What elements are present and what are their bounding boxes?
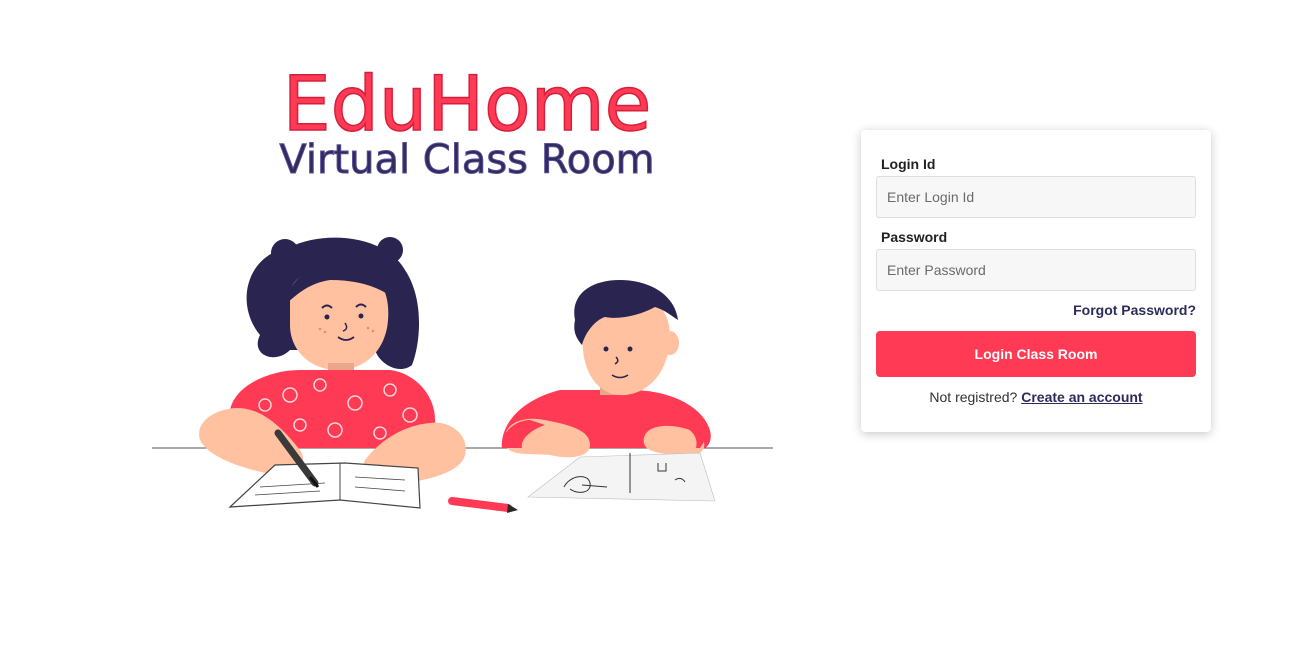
forgot-password-link[interactable]: Forgot Password? (1073, 302, 1196, 318)
create-account-link[interactable]: Create an account (1021, 389, 1142, 405)
boy-figure (501, 280, 711, 458)
password-label: Password (881, 229, 948, 245)
login-button[interactable]: Login Class Room (876, 331, 1196, 377)
login-id-input[interactable] (876, 176, 1196, 218)
brand-header: EduHome Virtual Class Room (262, 59, 672, 183)
login-card: Login Id Password Forgot Password? Login… (861, 130, 1211, 432)
login-id-label: Login Id (881, 156, 936, 172)
red-crayon (448, 497, 518, 513)
register-prompt: Not registred? Create an account (861, 389, 1211, 405)
kids-studying-illustration (152, 237, 773, 513)
girl-figure (199, 237, 466, 486)
brand-subtitle: Virtual Class Room (279, 137, 655, 183)
register-prompt-text: Not registred? (929, 389, 1018, 405)
brand-title: EduHome (282, 59, 652, 148)
boy-paper (527, 452, 716, 502)
password-input[interactable] (876, 249, 1196, 291)
